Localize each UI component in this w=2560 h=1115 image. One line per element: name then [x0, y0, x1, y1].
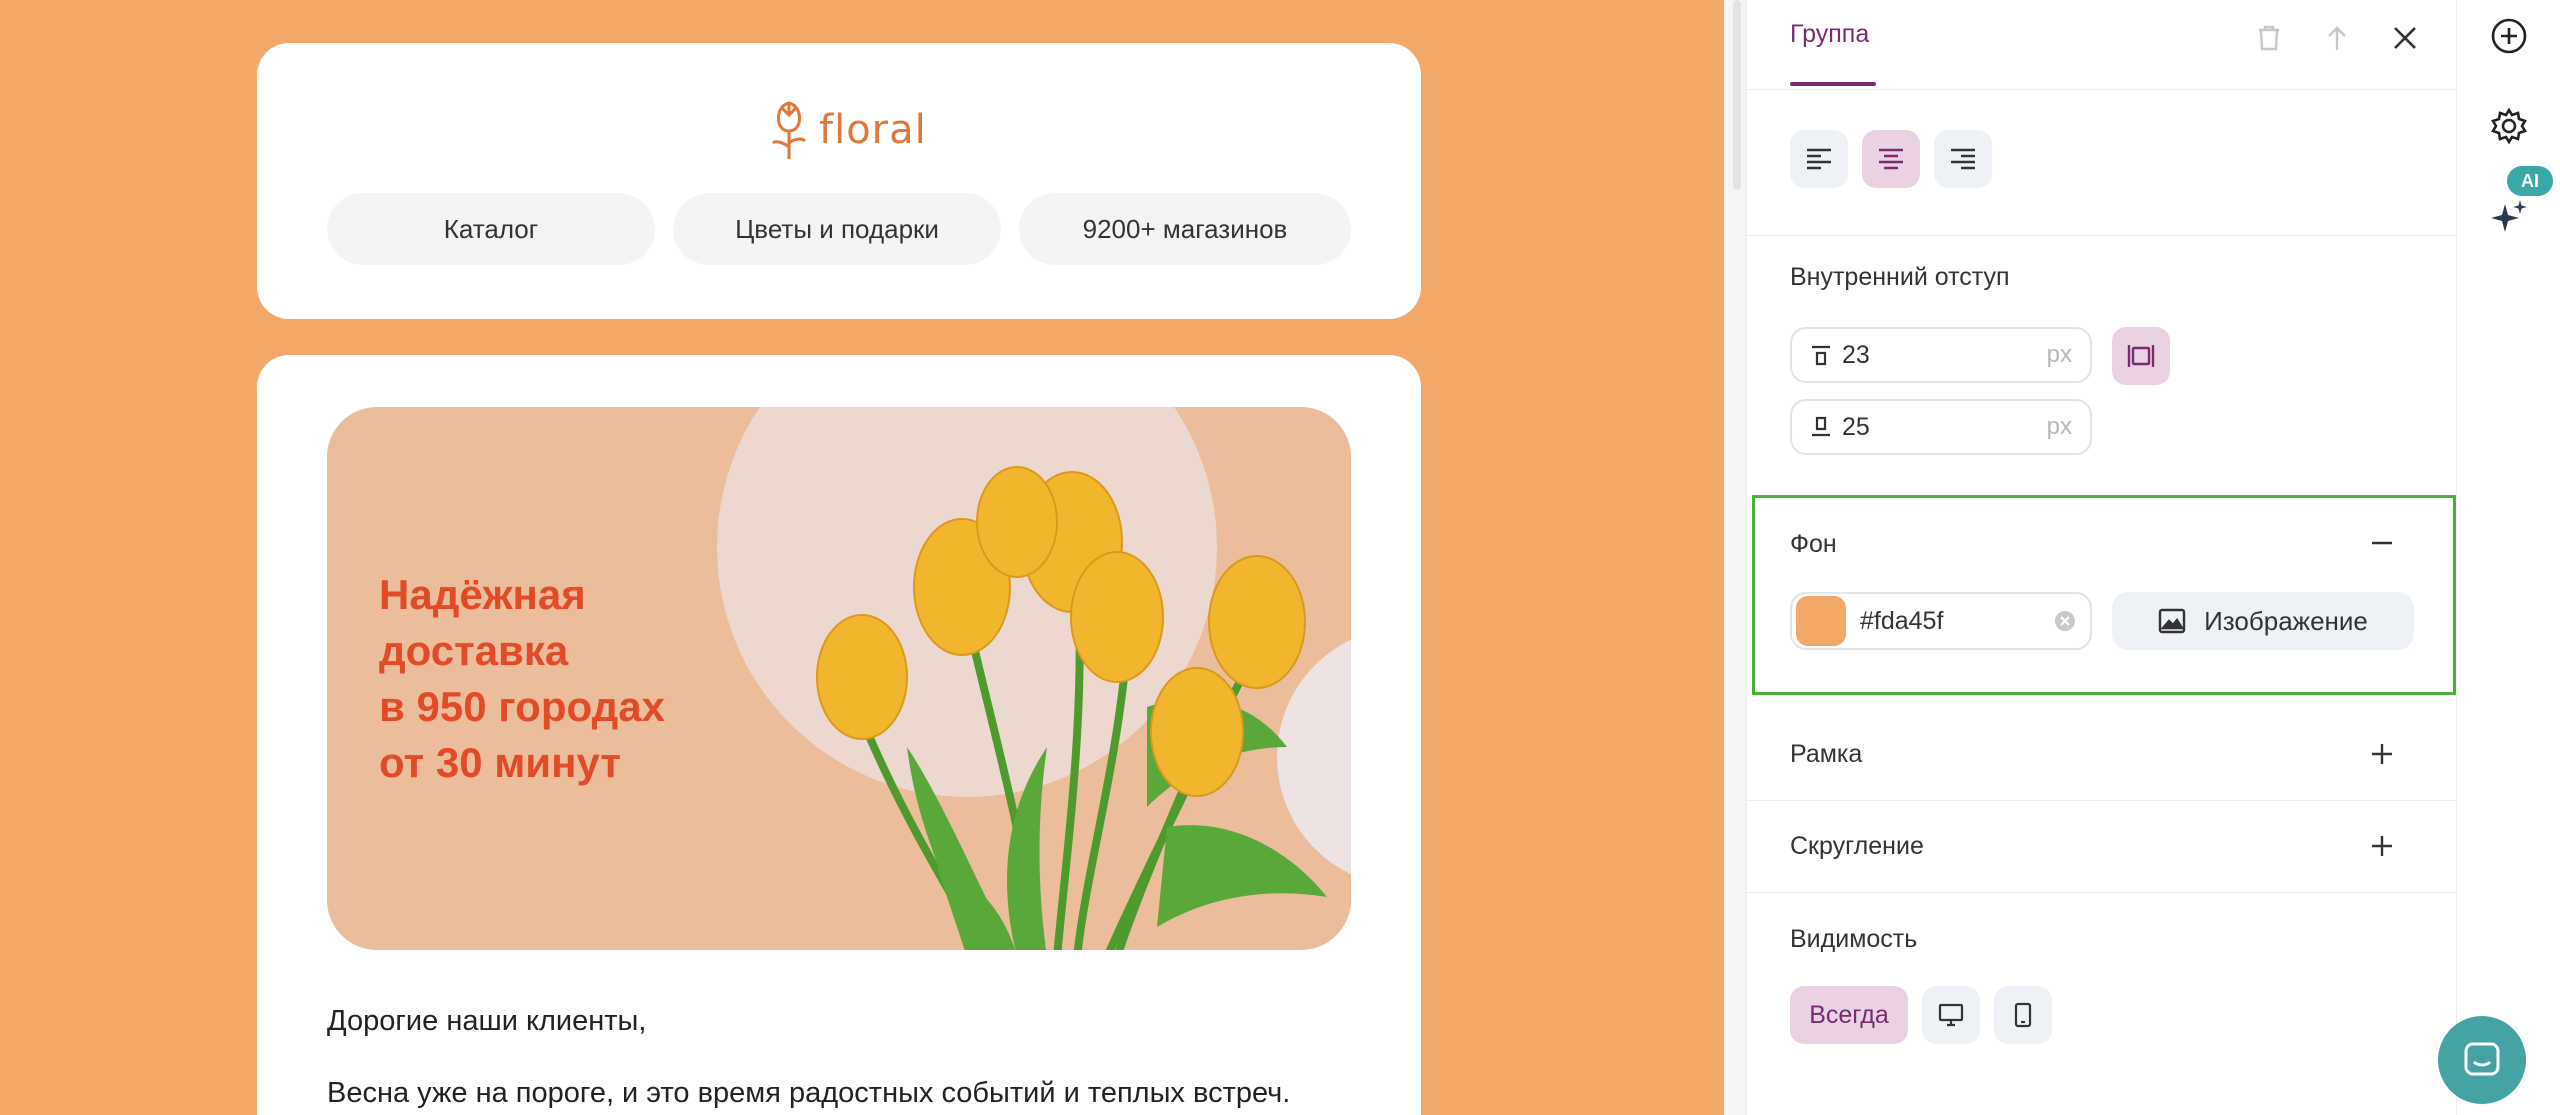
nav-stores[interactable]: 9200+ магазинов	[1019, 193, 1351, 265]
background-label: Фон	[1790, 530, 1837, 558]
support-chat-button[interactable]	[2438, 1016, 2526, 1104]
gear-icon[interactable]	[2489, 106, 2529, 146]
canvas-scrollbar[interactable]	[1733, 0, 1741, 190]
email-header-block[interactable]: floral Каталог Цветы и подарки 9200+ маг…	[257, 43, 1421, 319]
align-center-button[interactable]	[1862, 130, 1920, 188]
align-left-button[interactable]	[1790, 130, 1848, 188]
border-label: Рамка	[1790, 740, 1863, 768]
align-right-icon	[1951, 148, 1975, 170]
desktop-icon	[1938, 1003, 1964, 1027]
tulip-logo-icon	[771, 101, 807, 159]
padding-bottom-value: 25	[1842, 412, 1870, 441]
radius-label: Скругление	[1790, 832, 1924, 860]
add-block-icon[interactable]	[2489, 16, 2529, 56]
settings-panel: Группа Внутренний отступ 23 px 25 px Фон…	[1746, 0, 2457, 1115]
delete-icon[interactable]	[2249, 18, 2289, 58]
right-rail: AI	[2456, 0, 2560, 1115]
padding-bottom-unit: px	[2046, 413, 2072, 440]
divider	[1747, 235, 2457, 236]
divider	[1747, 800, 2457, 801]
expand-radius-icon[interactable]	[2367, 831, 2397, 861]
divider	[1747, 892, 2457, 893]
padding-all-sides-icon	[2127, 345, 2155, 367]
email-content-block[interactable]: Надёжная доставка в 950 городах от 30 ми…	[257, 355, 1421, 1115]
background-color-swatch[interactable]	[1796, 596, 1846, 646]
nav-catalog[interactable]: Каталог	[327, 193, 655, 265]
expand-border-icon[interactable]	[2367, 739, 2397, 769]
padding-bottom-icon	[1812, 416, 1830, 437]
collapse-background-icon[interactable]	[2367, 528, 2397, 558]
padding-top-unit: px	[2046, 341, 2072, 368]
email-canvas[interactable]: floral Каталог Цветы и подарки 9200+ маг…	[0, 0, 1724, 1115]
mobile-icon	[2014, 1002, 2032, 1028]
padding-top-icon	[1812, 345, 1830, 366]
padding-link-button[interactable]	[2112, 327, 2170, 385]
image-icon	[2158, 608, 2186, 634]
visibility-desktop-button[interactable]	[1922, 986, 1980, 1044]
padding-bottom-input[interactable]: 25 px	[1790, 399, 2092, 455]
visibility-always-button[interactable]: Всегда	[1790, 986, 1908, 1044]
padding-label: Внутренний отступ	[1790, 263, 2010, 291]
alignment-group	[1790, 130, 1992, 188]
chat-icon	[2464, 1042, 2500, 1076]
background-color-value: #fda45f	[1860, 606, 1944, 635]
floral-logo: floral	[767, 95, 927, 165]
ai-sparkle-icon[interactable]	[2489, 198, 2529, 238]
align-center-icon	[1879, 148, 1903, 170]
align-left-icon	[1807, 148, 1831, 170]
image-button-label: Изображение	[2204, 605, 2368, 636]
tulips-bouquet-image	[816, 466, 1327, 950]
panel-header: Группа	[1747, 0, 2457, 90]
background-image-button[interactable]: Изображение	[2112, 592, 2414, 650]
greeting-text: Дорогие наши клиенты,	[327, 1005, 647, 1037]
clear-icon[interactable]	[2054, 610, 2076, 632]
logo-text: floral	[819, 107, 927, 153]
tab-group[interactable]: Группа	[1790, 20, 1869, 49]
visibility-mobile-button[interactable]	[1994, 986, 2052, 1044]
padding-top-input[interactable]: 23 px	[1790, 327, 2092, 383]
visibility-label: Видимость	[1790, 925, 1918, 953]
promo-banner[interactable]: Надёжная доставка в 950 городах от 30 ми…	[327, 407, 1351, 950]
banner-headline: Надёжная доставка в 950 городах от 30 ми…	[379, 571, 665, 786]
nav-flowers-gifts[interactable]: Цветы и подарки	[673, 193, 1001, 265]
move-up-icon[interactable]	[2317, 18, 2357, 58]
paragraph-text: Весна уже на пороге, и это время радостн…	[327, 1077, 1291, 1109]
padding-top-value: 23	[1842, 340, 1870, 369]
tab-active-indicator	[1790, 82, 1876, 86]
background-color-input[interactable]: #fda45f	[1790, 592, 2092, 650]
align-right-button[interactable]	[1934, 130, 1992, 188]
ai-badge: AI	[2507, 166, 2553, 196]
visibility-group: Всегда	[1790, 986, 2052, 1044]
close-icon[interactable]	[2385, 18, 2425, 58]
